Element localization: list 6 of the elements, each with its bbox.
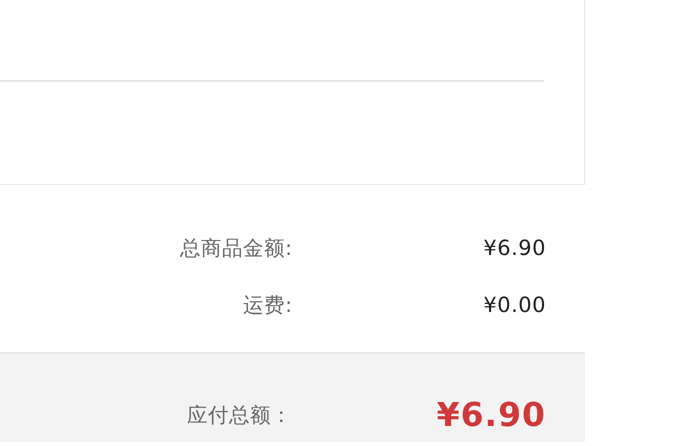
total-label: 应付总额： xyxy=(186,402,292,429)
summary-value: ¥6.90 xyxy=(482,235,546,262)
summary-label: 总商品金额: xyxy=(179,235,292,262)
summary-label: 运费: xyxy=(242,292,292,319)
summary-value: ¥0.00 xyxy=(482,292,546,318)
total-amount: ¥6.90 xyxy=(436,394,546,436)
